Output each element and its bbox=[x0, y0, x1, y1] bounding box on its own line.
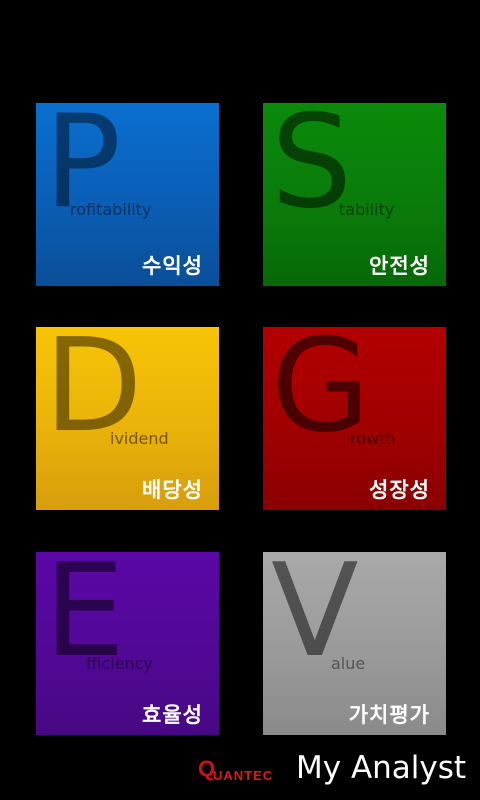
tile-dividend[interactable]: D ividend 배당성 bbox=[36, 327, 219, 510]
tile-label-value: 가치평가 bbox=[348, 703, 430, 727]
tile-word-efficiency: fficiency bbox=[86, 654, 153, 673]
quantec-logo: Q UANTEC bbox=[198, 756, 290, 786]
tile-value[interactable]: V alue 가치평가 bbox=[263, 552, 446, 735]
tile-label-profitability: 수익성 bbox=[142, 254, 203, 278]
tile-growth[interactable]: G rowth 성장성 bbox=[263, 327, 446, 510]
tile-label-stability: 안전성 bbox=[369, 254, 430, 278]
logo-wordmark: UANTEC bbox=[213, 768, 274, 783]
tile-profitability[interactable]: P rofitability 수익성 bbox=[36, 103, 219, 286]
tile-stability[interactable]: S tability 안전성 bbox=[263, 103, 446, 286]
tile-word-stability: tability bbox=[339, 200, 395, 219]
footer-bar: Q UANTEC My Analyst bbox=[0, 748, 480, 800]
tile-label-efficiency: 효율성 bbox=[142, 703, 203, 727]
tile-label-dividend: 배당성 bbox=[142, 478, 203, 502]
tile-label-growth: 성장성 bbox=[369, 478, 430, 502]
app-title: My Analyst bbox=[296, 750, 467, 786]
tile-word-profitability: rofitability bbox=[70, 200, 152, 219]
tile-word-dividend: ividend bbox=[110, 429, 169, 448]
tile-word-growth: rowth bbox=[350, 429, 396, 448]
tile-word-value: alue bbox=[331, 654, 366, 673]
tile-efficiency[interactable]: E fficiency 효율성 bbox=[36, 552, 219, 735]
